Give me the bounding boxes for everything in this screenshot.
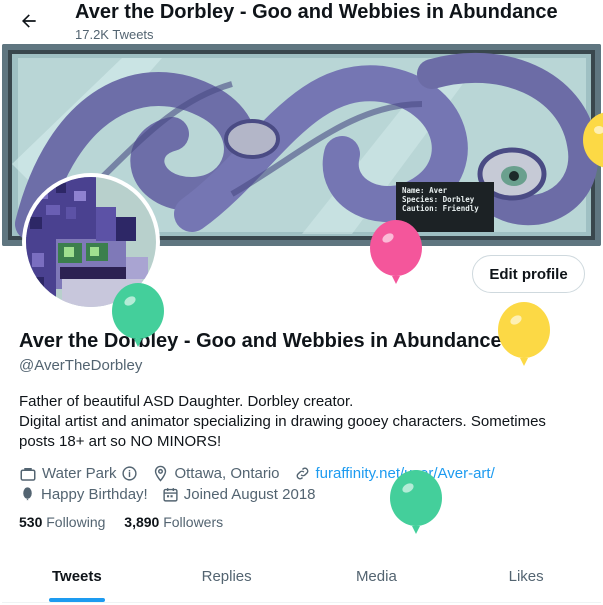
header-title: Aver the Dorbley - Goo and Webbies in Ab… — [75, 1, 558, 23]
join-date: Joined August 2018 — [162, 486, 316, 503]
follow-stats: 530 Following 3,890 Followers — [19, 514, 238, 530]
display-name: Aver the Dorbley - Goo and Webbies in Ab… — [19, 330, 502, 352]
yellow-balloon-icon — [583, 112, 603, 168]
yellow-balloon-icon — [498, 302, 550, 366]
tab-label: Tweets — [52, 567, 102, 585]
tab-likes[interactable]: Likes — [451, 550, 601, 602]
profile-header-bar: Aver the Dorbley - Goo and Webbies in Ab… — [0, 0, 603, 44]
tab-label: Media — [355, 567, 397, 585]
arrow-left-icon — [22, 14, 36, 28]
active-tab-indicator — [48, 598, 105, 602]
banner-label-line: Caution: Friendly — [402, 204, 479, 213]
location-label: Ottawa, Ontario — [174, 465, 280, 482]
banner-label-line: Name: Aver — [402, 186, 448, 195]
followers-link[interactable]: 3,890 Followers — [124, 514, 223, 530]
joined-label: Joined August 2018 — [183, 486, 316, 503]
professional-category: Water Park — [19, 465, 138, 483]
birthday: Happy Birthday! — [19, 486, 148, 503]
tab-tweets[interactable]: Tweets — [2, 550, 152, 602]
tab-label: Likes — [508, 567, 544, 585]
banner-label-line: Species: Dorbley — [402, 195, 475, 204]
followers-count: 3,890 — [124, 514, 160, 530]
edit-profile-button[interactable]: Edit profile — [472, 255, 585, 293]
bio-line: Father of beautiful ASD Daughter. Dorble… — [19, 393, 354, 410]
back-button[interactable] — [14, 6, 44, 36]
profile-meta: Water Park Ottawa, Ontario furaffinity.n… — [19, 463, 584, 505]
info-icon[interactable] — [121, 465, 138, 482]
calendar-icon — [163, 488, 178, 502]
tab-media[interactable]: Media — [302, 550, 452, 602]
location: Ottawa, Ontario — [152, 465, 280, 482]
birthday-label: Happy Birthday! — [41, 486, 148, 503]
profile-tabs: Tweets Replies Media Likes — [2, 550, 601, 603]
handle: @AverTheDorbley — [19, 357, 143, 374]
following-count: 530 — [19, 514, 43, 530]
green-balloon-icon — [390, 470, 442, 534]
balloon-icon — [23, 487, 32, 501]
link-icon — [296, 467, 308, 480]
green-balloon-icon — [112, 283, 164, 347]
tab-label: Replies — [201, 567, 252, 585]
following-label: Following — [46, 514, 106, 530]
bio: Father of beautiful ASD Daughter. Dorble… — [19, 392, 579, 452]
bio-line: Digital artist and animator specializing… — [19, 413, 546, 430]
pink-balloon-icon — [370, 220, 422, 284]
bio-line: posts 18+ art so NO MINORS! — [19, 433, 222, 450]
location-pin-icon — [155, 465, 167, 482]
category-label: Water Park — [42, 465, 117, 482]
tab-replies[interactable]: Replies — [152, 550, 302, 602]
briefcase-icon — [20, 467, 36, 481]
following-link[interactable]: 530 Following — [19, 514, 105, 530]
tweet-count: 17.2K Tweets — [75, 27, 154, 42]
followers-label: Followers — [163, 514, 224, 530]
